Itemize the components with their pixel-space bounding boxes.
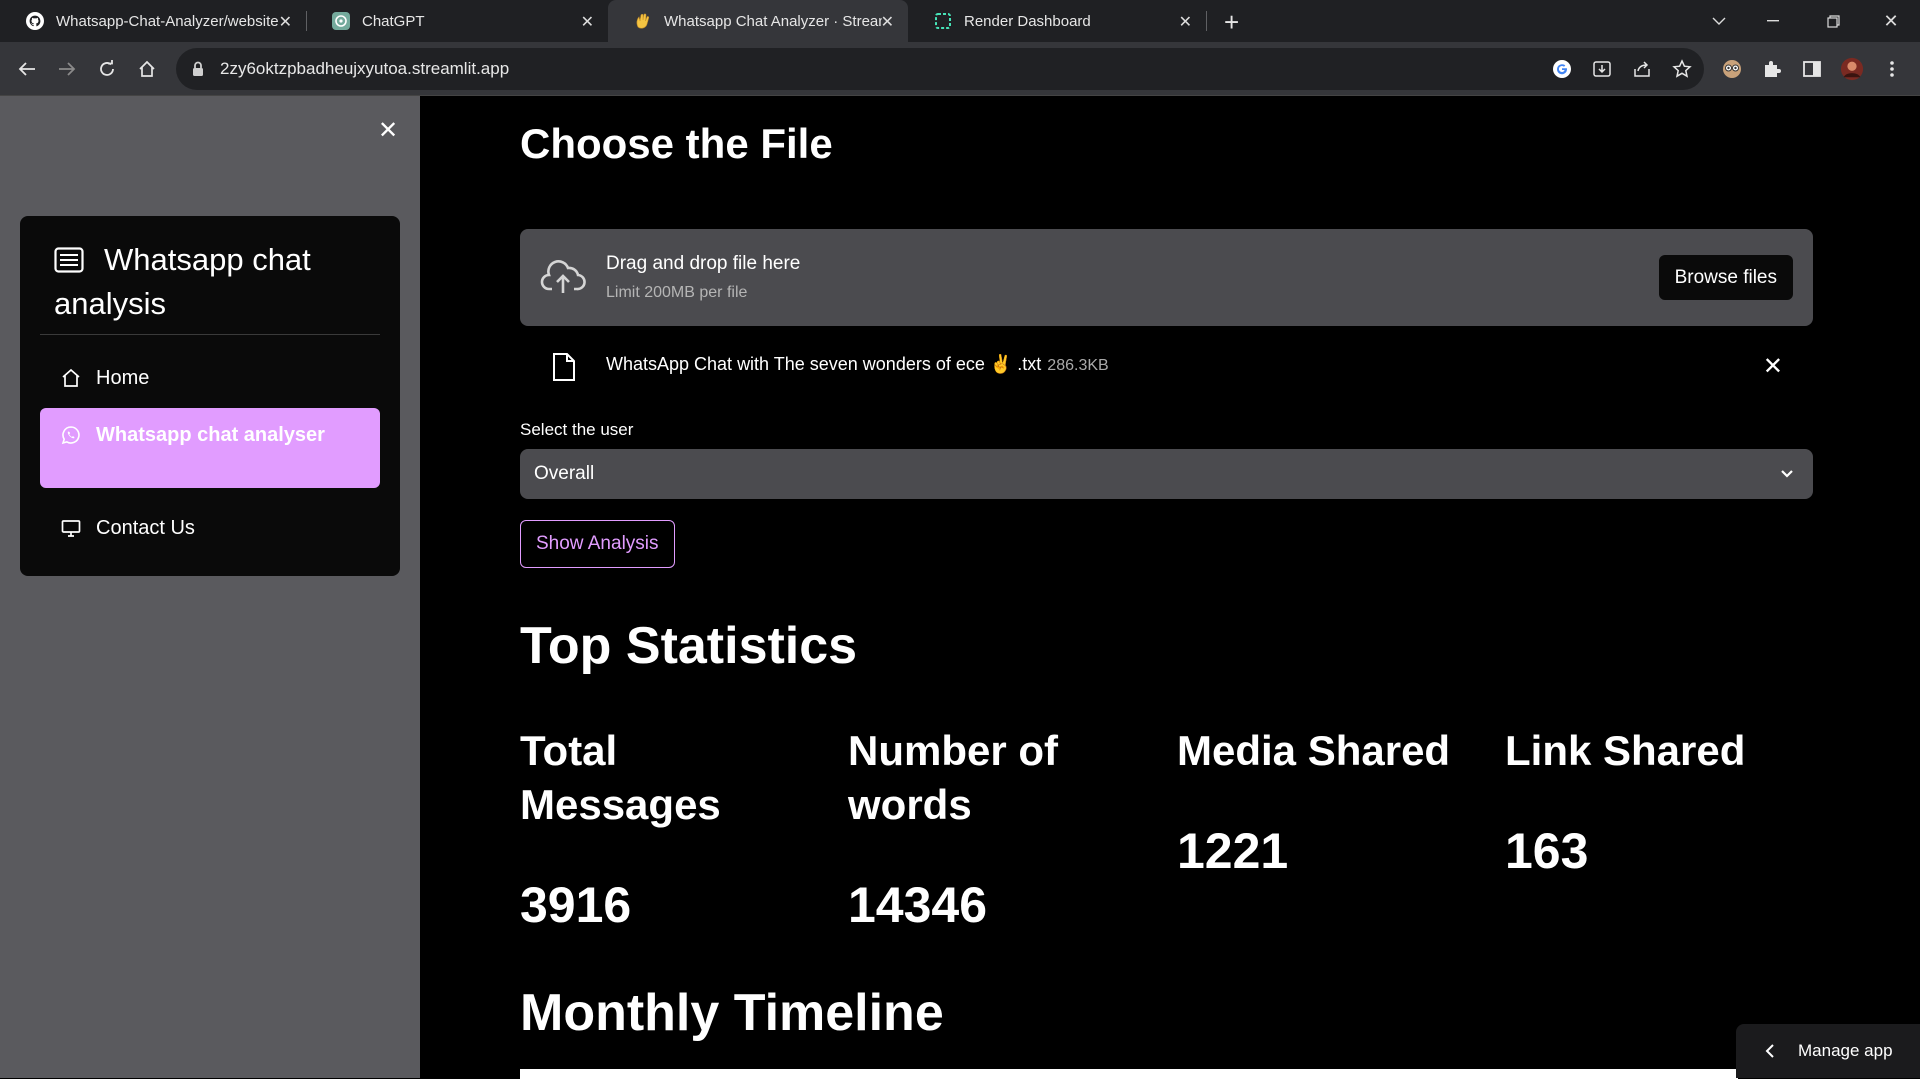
sidebar-item-home[interactable]: Home — [40, 356, 380, 400]
select-user-label: Select the user — [520, 420, 634, 439]
menu-title: Whatsapp chat analysis — [54, 238, 374, 326]
select-user-value: Overall — [534, 463, 595, 484]
display-icon — [60, 517, 82, 539]
restore-icon[interactable] — [1810, 0, 1856, 42]
tab-divider — [1206, 11, 1207, 31]
sidebar-item-label: Contact Us — [96, 516, 195, 539]
top-statistics-heading: Top Statistics — [520, 617, 858, 675]
menu-title-text: Whatsapp chat analysis — [54, 242, 311, 321]
remove-file-icon[interactable]: ✕ — [1763, 352, 1783, 381]
sidebar: ✕ Whatsapp chat analysis Home Whatsapp c… — [0, 96, 420, 1078]
chatgpt-icon — [332, 12, 350, 30]
address-bar[interactable]: 2zy6oktzpbadheujxyutoa.streamlit.app — [176, 48, 1704, 90]
extension-avatar-icon[interactable] — [1720, 57, 1744, 81]
bookmark-star-icon[interactable] — [1670, 57, 1694, 81]
puzzle-extensions-icon[interactable] — [1760, 57, 1784, 81]
close-tab-icon[interactable]: ✕ — [1179, 12, 1192, 32]
back-arrow-icon[interactable] — [12, 54, 42, 84]
forward-arrow-icon[interactable] — [52, 54, 82, 84]
close-tab-icon[interactable]: ✕ — [881, 12, 894, 32]
stat-label: Number of words — [848, 727, 1058, 828]
file-icon — [552, 352, 576, 382]
google-icon[interactable] — [1550, 57, 1574, 81]
stat-number-of-words: Number of words 14346 — [848, 724, 1088, 934]
tab-title: ChatGPT — [362, 12, 425, 30]
manage-app-button[interactable]: Manage app — [1736, 1024, 1920, 1078]
uploaded-file-info: WhatsApp Chat with The seven wonders of … — [606, 354, 1109, 375]
sidebar-item-label: Home — [96, 366, 150, 389]
monthly-timeline-heading: Monthly Timeline — [520, 984, 944, 1042]
lock-icon — [192, 61, 206, 77]
sidebar-item-whatsapp-analyser[interactable]: Whatsapp chat analyser — [40, 408, 380, 488]
stat-value: 163 — [1505, 823, 1589, 879]
uploaded-file-name: WhatsApp Chat with The seven wonders of … — [606, 354, 1042, 374]
stat-media-shared: Media Shared 1221 — [1177, 724, 1477, 880]
menu-divider — [40, 334, 380, 335]
tab-search-chevron-icon[interactable] — [1696, 0, 1742, 42]
profile-avatar[interactable] — [1840, 57, 1864, 81]
install-app-icon[interactable] — [1590, 57, 1614, 81]
close-tab-icon[interactable]: ✕ — [581, 12, 594, 32]
manage-app-label: Manage app — [1798, 1041, 1893, 1060]
tab-chatgpt[interactable]: ChatGPT ✕ — [306, 0, 608, 42]
home-icon — [60, 367, 82, 389]
tab-title: Whatsapp Chat Analyzer · Stream — [664, 12, 882, 30]
stat-value: 1221 — [1177, 823, 1289, 879]
share-icon[interactable] — [1630, 57, 1654, 81]
render-icon — [934, 12, 952, 30]
select-user-dropdown[interactable]: Overall — [520, 449, 1813, 499]
tab-title: Render Dashboard — [964, 12, 1091, 30]
stat-total-messages: Total Messages 3916 — [520, 724, 820, 934]
dropzone-title: Drag and drop file here — [606, 253, 801, 274]
tab-title: Whatsapp-Chat-Analyzer/website — [56, 12, 279, 30]
tab-whatsapp-analyzer[interactable]: Whatsapp Chat Analyzer · Stream ✕ — [608, 0, 908, 42]
side-panel-icon[interactable] — [1800, 57, 1824, 81]
upload-heading: Choose the File — [520, 120, 833, 167]
stat-value: 3916 — [520, 877, 632, 933]
tab-github[interactable]: Whatsapp-Chat-Analyzer/website ✕ — [0, 0, 306, 42]
show-analysis-button[interactable]: Show Analysis — [520, 520, 675, 568]
main-content: Choose the File Drag and drop file here … — [420, 96, 1920, 1079]
stat-label: Media Shared — [1177, 727, 1451, 774]
close-sidebar-icon[interactable]: ✕ — [378, 116, 398, 145]
cloud-upload-icon — [540, 259, 586, 295]
browser-tab-bar: Whatsapp-Chat-Analyzer/website ✕ ChatGPT… — [0, 0, 1920, 42]
stat-value: 14346 — [848, 877, 988, 933]
list-card-icon — [54, 241, 84, 273]
github-icon — [26, 12, 44, 30]
home-icon[interactable] — [132, 54, 162, 84]
new-tab-button[interactable]: + — [1224, 7, 1239, 38]
chevron-left-icon — [1764, 1043, 1776, 1059]
file-dropzone[interactable]: Drag and drop file here Limit 200MB per … — [520, 229, 1813, 326]
chrome-menu-icon[interactable] — [1880, 57, 1904, 81]
option-menu: Whatsapp chat analysis Home Whatsapp cha… — [20, 216, 400, 576]
tab-render-dashboard[interactable]: Render Dashboard ✕ — [908, 0, 1206, 42]
minimize-icon[interactable] — [1750, 0, 1796, 42]
close-window-icon[interactable]: ✕ — [1868, 0, 1914, 42]
close-tab-icon[interactable]: ✕ — [279, 12, 292, 32]
whatsapp-icon — [60, 424, 82, 446]
sidebar-item-label: Whatsapp chat analyser — [96, 424, 325, 446]
stat-label: Total Messages — [520, 727, 721, 828]
dropzone-limit: Limit 200MB per file — [606, 284, 748, 301]
browse-files-button[interactable]: Browse files — [1658, 255, 1793, 300]
chevron-down-icon — [1777, 463, 1797, 483]
sidebar-item-contact-us[interactable]: Contact Us — [40, 506, 380, 550]
url-text: 2zy6oktzpbadheujxyutoa.streamlit.app — [220, 59, 510, 78]
uploaded-file-row: WhatsApp Chat with The seven wonders of … — [520, 346, 1813, 386]
reload-icon[interactable] — [92, 54, 122, 84]
uploaded-file-size: 286.3KB — [1047, 357, 1109, 374]
stat-label: Link Shared — [1505, 727, 1746, 774]
waving-hand-icon — [634, 12, 652, 30]
browser-toolbar: 2zy6oktzpbadheujxyutoa.streamlit.app — [0, 42, 1920, 96]
stat-link-shared: Link Shared 163 — [1505, 724, 1805, 880]
